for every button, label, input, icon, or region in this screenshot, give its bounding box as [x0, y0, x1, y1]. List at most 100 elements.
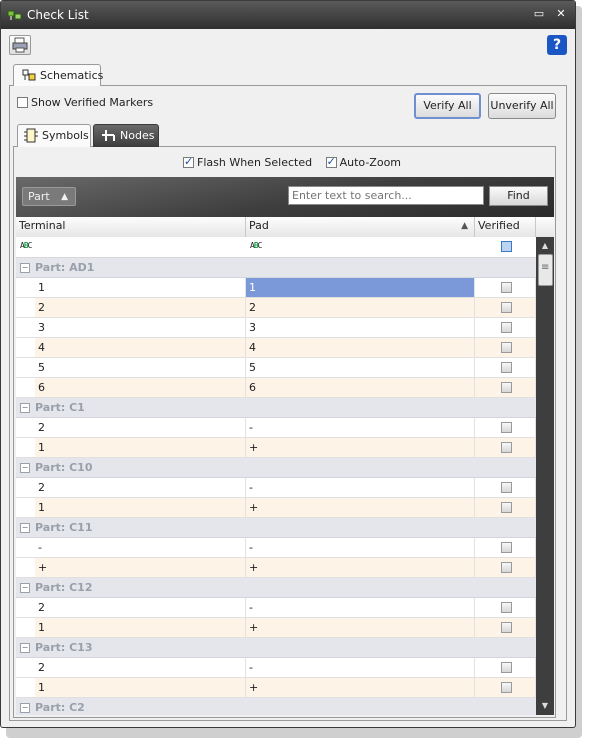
scroll-down-icon[interactable]: ▼ — [536, 698, 554, 714]
title-bar[interactable]: Check List ▭ ✕ — [1, 1, 575, 29]
table-row[interactable]: 66 — [16, 378, 536, 398]
collapse-icon[interactable]: − — [20, 703, 30, 713]
collapse-icon[interactable]: − — [20, 643, 30, 653]
group-row[interactable]: − Part: C11 — [16, 518, 536, 538]
pad-cell[interactable]: 2 — [246, 298, 475, 317]
verified-checkbox[interactable] — [501, 382, 512, 393]
search-input[interactable] — [288, 186, 484, 205]
column-header-pad[interactable]: Pad ▲ — [246, 217, 475, 237]
terminal-cell[interactable]: 2 — [35, 418, 246, 437]
group-row[interactable]: − Part: C1 — [16, 398, 536, 418]
tab-nodes[interactable]: Nodes — [93, 124, 159, 147]
verified-cell[interactable] — [475, 278, 536, 297]
verified-checkbox[interactable] — [501, 622, 512, 633]
collapse-icon[interactable]: − — [20, 463, 30, 473]
terminal-cell[interactable]: 3 — [35, 318, 246, 337]
verified-cell[interactable] — [475, 678, 536, 697]
terminal-filter-icon[interactable]: ABC — [20, 241, 33, 250]
verify-all-button[interactable]: Verify All — [414, 93, 481, 119]
verified-checkbox[interactable] — [501, 422, 512, 433]
terminal-cell[interactable]: 2 — [35, 478, 246, 497]
table-row[interactable]: -- — [16, 538, 536, 558]
verified-checkbox[interactable] — [501, 342, 512, 353]
verified-checkbox[interactable] — [501, 562, 512, 573]
terminal-cell[interactable]: 2 — [35, 298, 246, 317]
table-row[interactable]: 1 + — [16, 678, 536, 698]
column-header-verified[interactable]: Verified — [475, 217, 536, 237]
verified-cell[interactable] — [475, 558, 536, 577]
verified-checkbox[interactable] — [501, 482, 512, 493]
verified-cell[interactable] — [475, 358, 536, 377]
verified-cell[interactable] — [475, 498, 536, 517]
table-row[interactable]: 1 + — [16, 498, 536, 518]
verified-cell[interactable] — [475, 418, 536, 437]
pad-cell[interactable]: + — [246, 678, 475, 697]
auto-zoom-checkbox[interactable] — [325, 155, 337, 168]
tab-symbols[interactable]: Symbols — [17, 124, 91, 147]
tab-schematics[interactable]: Schematics — [13, 64, 103, 86]
verified-cell[interactable] — [475, 378, 536, 397]
collapse-icon[interactable]: − — [20, 523, 30, 533]
pad-cell[interactable]: 4 — [246, 338, 475, 357]
close-icon[interactable]: ✕ — [554, 7, 568, 21]
help-button[interactable]: ? — [547, 35, 567, 55]
pad-cell[interactable]: 1 — [246, 278, 475, 297]
verified-cell[interactable] — [475, 298, 536, 317]
pad-cell[interactable]: 5 — [246, 358, 475, 377]
flash-when-selected-checkbox[interactable] — [183, 155, 194, 168]
pad-cell[interactable]: 3 — [246, 318, 475, 337]
table-row[interactable]: 2- — [16, 598, 536, 618]
scroll-thumb[interactable] — [538, 254, 553, 286]
terminal-cell[interactable]: 1 — [35, 678, 246, 697]
show-verified-checkbox[interactable] — [17, 96, 28, 108]
scroll-up-icon[interactable]: ▲ — [536, 238, 554, 254]
collapse-icon[interactable]: − — [20, 403, 30, 413]
pad-cell[interactable]: - — [246, 658, 475, 677]
unverify-all-button[interactable]: Unverify All — [488, 93, 556, 119]
verified-cell[interactable] — [475, 658, 536, 677]
verified-cell[interactable] — [475, 338, 536, 357]
terminal-cell[interactable]: 4 — [35, 338, 246, 357]
verified-cell[interactable] — [475, 598, 536, 617]
group-by-part-button[interactable]: Part ▲ — [22, 187, 76, 206]
terminal-cell[interactable]: 6 — [35, 378, 246, 397]
pad-cell[interactable]: + — [246, 558, 475, 577]
verified-checkbox[interactable] — [501, 682, 512, 693]
terminal-cell[interactable]: - — [35, 538, 246, 557]
print-button[interactable] — [9, 35, 31, 55]
pad-cell[interactable]: - — [246, 598, 475, 617]
terminal-cell[interactable]: 2 — [35, 598, 246, 617]
verified-cell[interactable] — [475, 318, 536, 337]
pad-cell[interactable]: + — [246, 498, 475, 517]
verified-checkbox[interactable] — [501, 442, 512, 453]
group-row[interactable]: − Part: C13 — [16, 638, 536, 658]
terminal-cell[interactable]: 1 — [35, 438, 246, 457]
pad-cell[interactable]: - — [246, 538, 475, 557]
pad-filter-icon[interactable]: ABC — [250, 241, 263, 250]
terminal-cell[interactable]: 2 — [35, 658, 246, 677]
pad-cell[interactable]: - — [246, 418, 475, 437]
verified-checkbox[interactable] — [501, 302, 512, 313]
minimize-icon[interactable]: ▭ — [532, 7, 546, 21]
pad-cell[interactable]: 6 — [246, 378, 475, 397]
verified-checkbox[interactable] — [501, 322, 512, 333]
collapse-icon[interactable]: − — [20, 263, 30, 273]
verified-cell[interactable] — [475, 538, 536, 557]
terminal-cell[interactable]: 1 — [35, 498, 246, 517]
table-row[interactable]: 55 — [16, 358, 536, 378]
pad-cell[interactable]: - — [246, 478, 475, 497]
table-row[interactable]: 33 — [16, 318, 536, 338]
terminal-cell[interactable]: 5 — [35, 358, 246, 377]
group-row[interactable]: − Part: C10 — [16, 458, 536, 478]
verified-checkbox[interactable] — [501, 502, 512, 513]
table-row[interactable]: 2- — [16, 658, 536, 678]
terminal-cell[interactable]: 1 — [35, 278, 246, 297]
terminal-cell[interactable]: 1 — [35, 618, 246, 637]
column-header-terminal[interactable]: Terminal — [16, 217, 246, 237]
verified-checkbox[interactable] — [501, 362, 512, 373]
verified-cell[interactable] — [475, 478, 536, 497]
group-row[interactable]: − Part: C2 — [16, 698, 536, 715]
table-row[interactable]: 2- — [16, 418, 536, 438]
verified-filter-checkbox[interactable] — [501, 241, 512, 252]
table-row[interactable]: 2- — [16, 478, 536, 498]
